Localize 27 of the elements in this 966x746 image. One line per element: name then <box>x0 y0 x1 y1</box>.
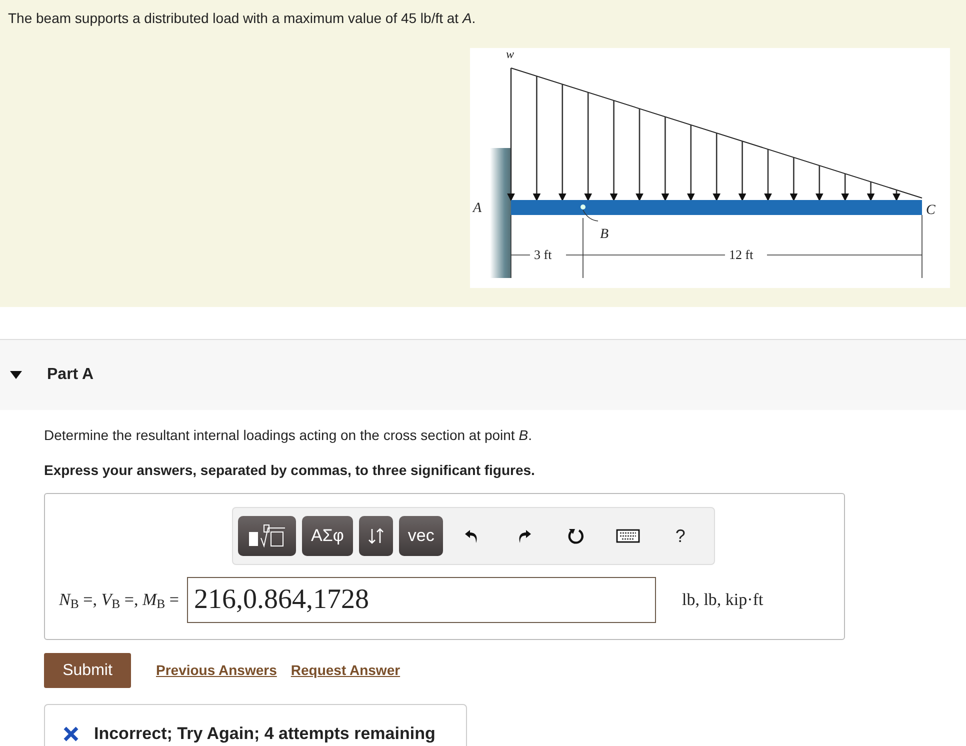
part-header[interactable]: Part A <box>0 339 966 410</box>
toolbar-button[interactable]: ? <box>657 516 704 556</box>
instruction-text: Express your answers, separated by commas, to three significant figures. <box>44 461 536 480</box>
toolbar-button[interactable] <box>238 516 296 556</box>
units-text: lb, lb, kip·ft <box>682 589 764 612</box>
point-label: C <box>926 203 936 218</box>
toolbar-button[interactable]: ΑΣφ <box>302 516 353 556</box>
part-title: Part A <box>47 365 94 385</box>
swap-arrows-icon <box>368 527 384 545</box>
answer-link[interactable]: Previous Answers <box>156 660 277 681</box>
dimension-label: 12 ft <box>729 247 754 262</box>
point-label: B <box>600 227 609 242</box>
answer-label: N$_{B}$ =, V$_{B}$ =, M$_{B}$ = <box>59 589 179 613</box>
dimension-label: 3 ft <box>534 247 552 262</box>
keyboard-icon <box>616 529 640 543</box>
answer-input[interactable]: 216,0.864,1728 <box>186 577 656 623</box>
load-label: w <box>506 48 514 61</box>
problem-statement: The beam supports a distributed load with a maximum value of 45 lb/ft at A. <box>8 9 477 28</box>
toolbar-button[interactable]: vec <box>398 516 444 556</box>
question-text: Determine the resultant internal loadings acting on the cross section at point B. <box>44 426 533 445</box>
templates-icon <box>247 524 287 548</box>
toolbar-button[interactable] <box>358 516 393 556</box>
reset-icon <box>567 527 586 545</box>
submit-button[interactable]: Submit <box>44 653 131 688</box>
point-label: A <box>473 201 482 216</box>
feedback-text: Incorrect; Try Again; 4 attempts remaining <box>94 723 436 746</box>
answer-link[interactable]: Request Answer <box>290 660 400 681</box>
